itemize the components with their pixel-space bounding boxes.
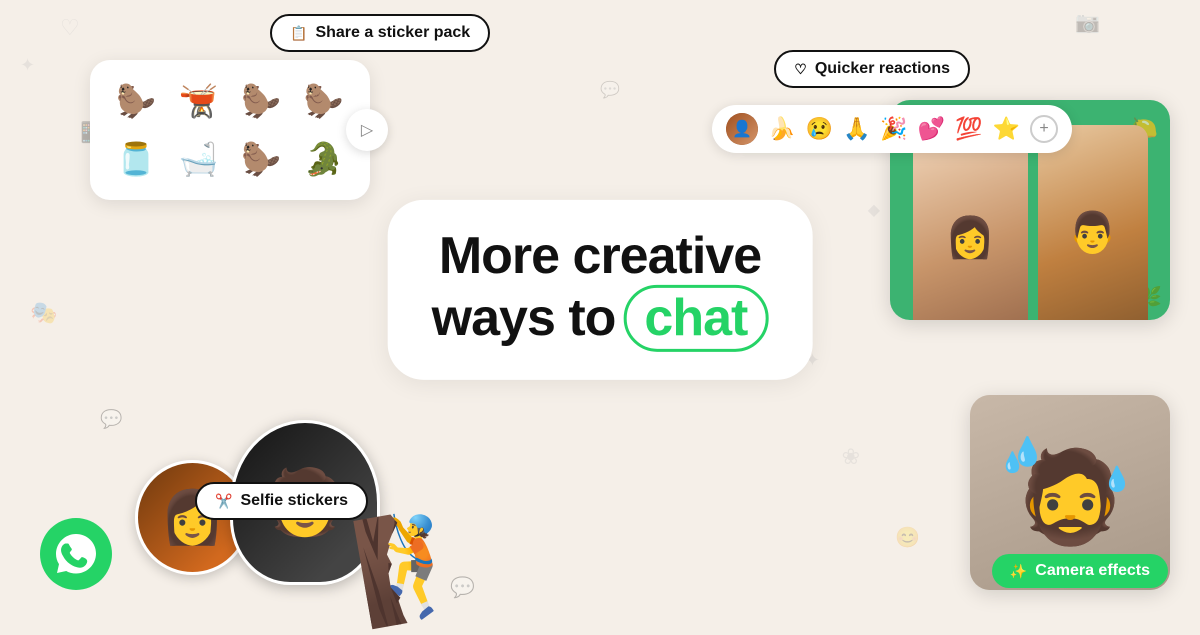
reaction-emoji-2[interactable]: 😢 bbox=[806, 116, 833, 142]
reaction-emoji-3[interactable]: 🙏 bbox=[843, 116, 870, 142]
whatsapp-logo bbox=[40, 518, 112, 590]
scene: ♡ ✦ 📱 📷 🎭 😊 💬 ◆ ❀ ✦ 💬 💬 📋 Share a sticke… bbox=[0, 0, 1200, 630]
deco-flower: ❀ bbox=[842, 444, 860, 470]
selfie-stickers-badge: ✂️ Selfie stickers bbox=[195, 482, 368, 520]
headline-chat-word: chat bbox=[623, 285, 768, 352]
person-left: 👩 bbox=[913, 135, 1028, 320]
person-left-emoji: 👩 bbox=[945, 214, 995, 261]
reaction-emoji-6[interactable]: 💯 bbox=[955, 116, 982, 142]
sticker-3: 🦫 bbox=[233, 76, 289, 126]
reactions-more-button[interactable]: + bbox=[1030, 115, 1058, 143]
tear-2: 💧 bbox=[1102, 465, 1132, 494]
sticker-5: 🫙 bbox=[108, 134, 164, 184]
quicker-reactions-badge: ♡ Quicker reactions bbox=[774, 50, 970, 88]
share-sticker-label: Share a sticker pack bbox=[315, 24, 470, 42]
sticker-2: 🫕 bbox=[171, 76, 227, 126]
headline-card: More creative ways tochat bbox=[388, 200, 813, 380]
selfie-stickers-icon: ✂️ bbox=[215, 493, 232, 510]
person-right-emoji: 👨 bbox=[1068, 209, 1118, 256]
sticker-1: 🦫 bbox=[108, 76, 164, 126]
person-right: 👨 bbox=[1038, 125, 1148, 320]
selfie-cutout-person: 🧗 bbox=[346, 498, 489, 635]
reaction-emoji-1[interactable]: 🍌 bbox=[768, 116, 795, 142]
sticker-6: 🛁 bbox=[171, 134, 227, 184]
deco-sticker: 🎭 bbox=[30, 300, 57, 326]
reactions-heart-icon: ♡ bbox=[794, 61, 807, 78]
reactions-row: 👤 🍌 😢 🙏 🎉 💕 💯 ⭐ + bbox=[712, 105, 1072, 153]
headline-line2: ways tochat bbox=[432, 285, 769, 352]
deco-camera: 📷 bbox=[1075, 10, 1100, 35]
selfie-stickers-label: Selfie stickers bbox=[240, 492, 348, 510]
deco-bubble: 💬 bbox=[100, 409, 122, 430]
sticker-grid-row2: 🫙 🛁 🦫 🐊 bbox=[108, 134, 352, 184]
headline-line1: More creative bbox=[432, 228, 769, 285]
share-sticker-icon: 📋 bbox=[290, 25, 307, 42]
tear-3: 💧 bbox=[1000, 450, 1025, 475]
share-sticker-badge: 📋 Share a sticker pack bbox=[270, 14, 490, 52]
sticker-8: 🐊 bbox=[296, 134, 352, 184]
deco-diamond: ◆ bbox=[868, 200, 880, 220]
reaction-emoji-5[interactable]: 💕 bbox=[918, 116, 945, 142]
sticker-pack-card: 🦫 🫕 🦫 🦫 🫙 🛁 🦫 🐊 ▷ bbox=[90, 60, 370, 200]
quicker-reactions-label: Quicker reactions bbox=[815, 60, 950, 78]
reaction-emoji-4[interactable]: 🎉 bbox=[880, 116, 907, 142]
camera-effects-label: Camera effects bbox=[1035, 562, 1150, 580]
deco-star: ✦ bbox=[20, 55, 35, 76]
camera-effects-badge: ✨ Camera effects bbox=[992, 554, 1168, 588]
reaction-emoji-7[interactable]: ⭐ bbox=[993, 116, 1020, 142]
camera-effects-icon: ✨ bbox=[1010, 563, 1027, 580]
deco-msg: 💬 bbox=[600, 80, 620, 100]
sticker-4: 🦫 bbox=[296, 76, 352, 126]
deco-heart: ♡ bbox=[60, 15, 80, 41]
send-button[interactable]: ▷ bbox=[346, 109, 388, 151]
reactions-avatar: 👤 bbox=[726, 113, 758, 145]
sticker-grid-row1: 🦫 🫕 🦫 🦫 bbox=[108, 76, 352, 126]
sticker-7: 🦫 bbox=[233, 134, 289, 184]
headline-line2-prefix: ways to bbox=[432, 289, 616, 347]
deco-emoji: 😊 bbox=[895, 525, 920, 550]
